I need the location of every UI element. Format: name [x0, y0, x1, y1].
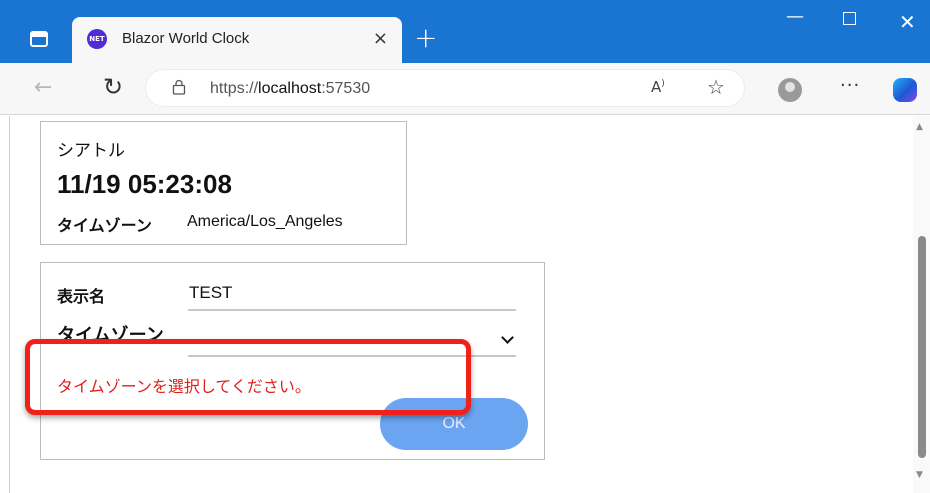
- read-aloud-icon[interactable]: A): [651, 78, 665, 96]
- url-host: localhost: [258, 80, 322, 97]
- close-icon[interactable]: ×: [373, 28, 388, 49]
- vertical-scrollbar[interactable]: ▲ ▼: [913, 116, 930, 493]
- profile-icon[interactable]: [778, 78, 802, 102]
- lock-icon[interactable]: [172, 79, 186, 99]
- timezone-value: America/Los_Angeles: [187, 213, 343, 230]
- scroll-thumb[interactable]: [918, 236, 926, 458]
- star-icon[interactable]: ☆: [707, 75, 725, 99]
- minimize-icon[interactable]: —: [786, 6, 804, 27]
- tab-title: Blazor World Clock: [122, 30, 250, 47]
- copilot-icon[interactable]: [893, 78, 917, 102]
- read-aloud-glyph: A: [651, 78, 662, 96]
- browser-tab[interactable]: NET Blazor World Clock ×: [72, 17, 402, 63]
- display-name-input[interactable]: [188, 277, 516, 311]
- plus-icon[interactable]: +: [414, 21, 437, 54]
- title-bar: NET Blazor World Clock × + — ✕: [0, 0, 930, 63]
- reload-icon[interactable]: ↻: [103, 73, 123, 101]
- city-name: シアトル: [57, 141, 125, 161]
- timezone-label: タイムゾーン: [57, 216, 152, 235]
- scroll-down-icon[interactable]: ▼: [916, 470, 923, 480]
- url-port: :57530: [321, 80, 371, 97]
- chevron-down-icon[interactable]: [501, 331, 514, 344]
- scroll-up-icon[interactable]: ▲: [916, 122, 923, 132]
- clock-card: シアトル 11/19 05:23:08 タイムゾーン America/Los_A…: [40, 121, 407, 245]
- close-window-icon[interactable]: ✕: [899, 10, 916, 34]
- annotation-highlight-box: [25, 339, 471, 415]
- browser-toolbar: ← ↻ https://localhost:57530 A) ☆ ···: [0, 63, 930, 115]
- clock-time: 11/19 05:23:08: [57, 169, 232, 199]
- more-icon[interactable]: ···: [840, 75, 860, 96]
- url-text: https://localhost:57530: [210, 80, 370, 98]
- url-prefix: https://: [210, 80, 259, 97]
- dotnet-favicon-icon: NET: [87, 29, 107, 49]
- maximize-icon[interactable]: [843, 12, 856, 25]
- display-name-label: 表示名: [57, 287, 106, 306]
- address-bar[interactable]: https://localhost:57530 A) ☆: [145, 69, 745, 107]
- window-icon[interactable]: [30, 31, 48, 47]
- back-arrow-icon[interactable]: ←: [34, 75, 52, 100]
